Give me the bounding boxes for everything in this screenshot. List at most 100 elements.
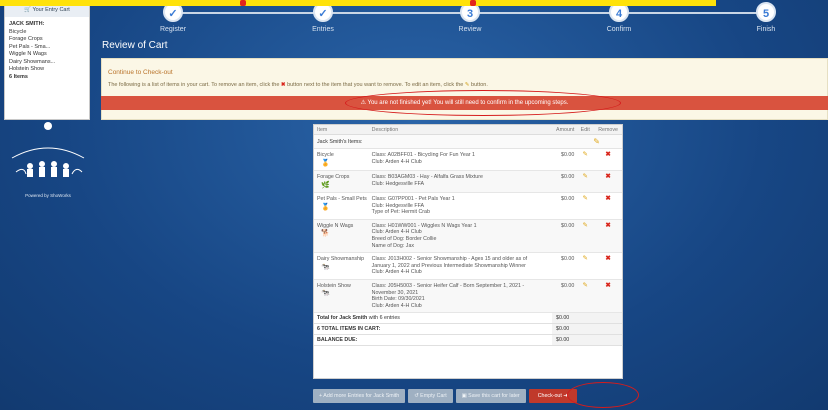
cart-item[interactable]: Wiggle N Wags <box>9 51 85 59</box>
table-row: Wiggle N Wags 🐕 Class: H01WW001 - Wiggles… <box>314 219 622 254</box>
dog-icon: 🐕 <box>321 230 330 238</box>
empty-cart-button[interactable]: ↺ Empty Cart <box>408 389 453 403</box>
add-entries-button[interactable]: + Add more Entries for Jack Smith <box>313 389 406 403</box>
cart-item[interactable]: Forage Crops <box>9 36 85 44</box>
cart-exhibitor: JACK SMITH: <box>9 21 45 27</box>
item-name: Pet Pals - Small Pets <box>317 196 367 202</box>
item-name: Dairy Showmanship <box>317 256 365 263</box>
notice-text-part: The following is a list of items in your… <box>108 82 280 88</box>
remove-icon[interactable]: ✖ <box>594 151 622 167</box>
button-label: Empty Cart <box>420 393 447 399</box>
edit-icon[interactable]: ✎ <box>576 151 594 167</box>
remove-icon[interactable]: ✖ <box>594 255 622 276</box>
ribbon-icon: 🏅 <box>321 159 330 167</box>
item-amount: $0.00 <box>561 152 575 158</box>
step-label: Finish <box>756 26 776 33</box>
page-title: Review of Cart <box>102 40 168 51</box>
cart-title: Your Entry Cart <box>32 7 70 13</box>
edit-exhibitor-icon[interactable]: ✎ <box>593 135 622 148</box>
item-detail: Class: A02BFF01 - Bicycling For Fun Year… <box>371 152 475 158</box>
button-label: Check-out <box>537 393 562 399</box>
warning-text: You are not finished yet! You will still… <box>367 100 569 106</box>
item-detail: Club: Arden 4-H Club <box>371 229 422 236</box>
remove-icon: ✖ <box>280 82 286 88</box>
step-label: Register <box>159 26 187 33</box>
column-header: Remove <box>598 127 618 133</box>
powered-by-text: Powered by ShoWorks <box>25 193 71 198</box>
cart-item[interactable]: Bicycle <box>9 29 85 37</box>
warning-icon: ⚠ <box>360 100 366 106</box>
edit-icon[interactable]: ✎ <box>576 195 594 216</box>
edit-icon[interactable]: ✎ <box>576 173 594 189</box>
sidebar-toggle-icon[interactable] <box>44 122 52 130</box>
item-name: Bicycle <box>317 152 334 158</box>
remove-icon[interactable]: ✖ <box>594 222 622 249</box>
item-detail: Club: Hedgesville FFA <box>371 202 425 209</box>
item-detail: Class: H01WW001 - Wiggles N Wags Year 1 <box>371 222 477 229</box>
edit-icon[interactable]: ✎ <box>576 282 594 309</box>
total-value: $0.00 <box>552 335 622 346</box>
edit-icon[interactable]: ✎ <box>576 255 594 276</box>
item-detail: Class: J05H5003 - Senior Heifer Calf - B… <box>371 282 525 289</box>
step-review: 3 Review <box>420 2 520 33</box>
cow-icon: 🐄 <box>321 263 330 271</box>
item-detail: Birth Date: 09/30/2021 <box>371 296 425 303</box>
exhibitor-section: Jack Smith's Items: ✎ <box>314 135 622 149</box>
checkout-notice: Continue to Check-out The following is a… <box>101 58 828 120</box>
plus-icon: + <box>319 393 323 399</box>
fair-logo-icon <box>11 147 85 177</box>
button-label: Save this cart for later <box>468 393 520 399</box>
total-label: Total for Jack Smith <box>317 315 368 322</box>
cart-item[interactable]: Holstein Show <box>9 66 85 74</box>
step-confirm: 4 Confirm <box>569 2 669 33</box>
entry-cart-panel: 🛒 Your Entry Cart JACK SMITH: Bicycle Fo… <box>4 0 90 120</box>
column-header: Item <box>317 127 328 133</box>
remove-icon[interactable]: ✖ <box>594 195 622 216</box>
cow-icon: 🐄 <box>321 290 330 298</box>
checkout-button[interactable]: Check-out ➜ <box>528 389 577 403</box>
save-icon: ▣ <box>461 393 467 399</box>
step-label: Review <box>458 26 482 33</box>
cart-icon: 🛒 <box>24 7 31 13</box>
undo-icon: ↺ <box>414 393 419 399</box>
edit-icon[interactable]: ✎ <box>576 222 594 249</box>
total-value: $0.00 <box>552 324 622 335</box>
step-register: ✓ Register <box>123 2 223 33</box>
annotation-mark <box>470 0 476 6</box>
total-value: $0.00 <box>552 313 622 324</box>
sidebar-branding: Powered by ShoWorks <box>6 122 90 202</box>
notice-text-part: button. <box>471 82 488 88</box>
column-header: Description <box>371 127 399 133</box>
annotation-highlight <box>0 0 716 6</box>
plant-icon: 🌿 <box>321 181 330 189</box>
table-row: Forage Crops 🌿 Class: B03AGM03 - Hay - Al… <box>314 171 622 193</box>
total-row: Total for Jack Smith with 6 entries $0.0… <box>314 313 622 325</box>
notice-text-part: button next to the item that you want to… <box>287 82 464 88</box>
edit-icon: ✎ <box>464 82 470 88</box>
column-header: Edit <box>580 127 590 133</box>
remove-icon[interactable]: ✖ <box>594 173 622 189</box>
item-detail: Class: B03AGM03 - Hay - Alfalfa Grass Mi… <box>371 174 483 180</box>
arrow-right-icon: ➜ <box>563 393 568 399</box>
total-label: 6 TOTAL ITEMS IN CART: <box>317 326 381 333</box>
item-name: Forage Crops <box>317 174 350 180</box>
total-items-row: 6 TOTAL ITEMS IN CART: $0.00 <box>314 324 622 336</box>
remove-icon[interactable]: ✖ <box>594 282 622 309</box>
item-name: Holstein Show <box>317 282 351 289</box>
cart-item[interactable]: Dairy Showmans... <box>9 59 85 67</box>
table-row: Bicycle 🏅 Class: A02BFF01 - Bicycling For… <box>314 149 622 171</box>
cart-count: 6 Items <box>9 73 28 80</box>
item-detail: Club: Arden 4-H Club <box>371 302 422 309</box>
item-detail: November 30, 2021 <box>371 289 419 296</box>
cart-table: Item Description Amount Edit Remove Jack… <box>313 124 623 379</box>
item-detail: Breed of Dog: Border Collie <box>371 235 437 242</box>
button-label: Add more Entries for Jack Smith <box>323 393 400 399</box>
item-amount: $0.00 <box>561 222 575 229</box>
item-amount: $0.00 <box>561 196 575 202</box>
total-label: BALANCE DUE: <box>317 337 358 344</box>
item-amount: $0.00 <box>561 256 575 263</box>
save-cart-button[interactable]: ▣ Save this cart for later <box>455 389 526 403</box>
item-detail: Class: G07PP001 - Pet Pals Year 1 <box>371 196 455 202</box>
notice-title: Continue to Check-out <box>108 69 173 76</box>
cart-item[interactable]: Pet Pals - Sma... <box>9 44 85 52</box>
